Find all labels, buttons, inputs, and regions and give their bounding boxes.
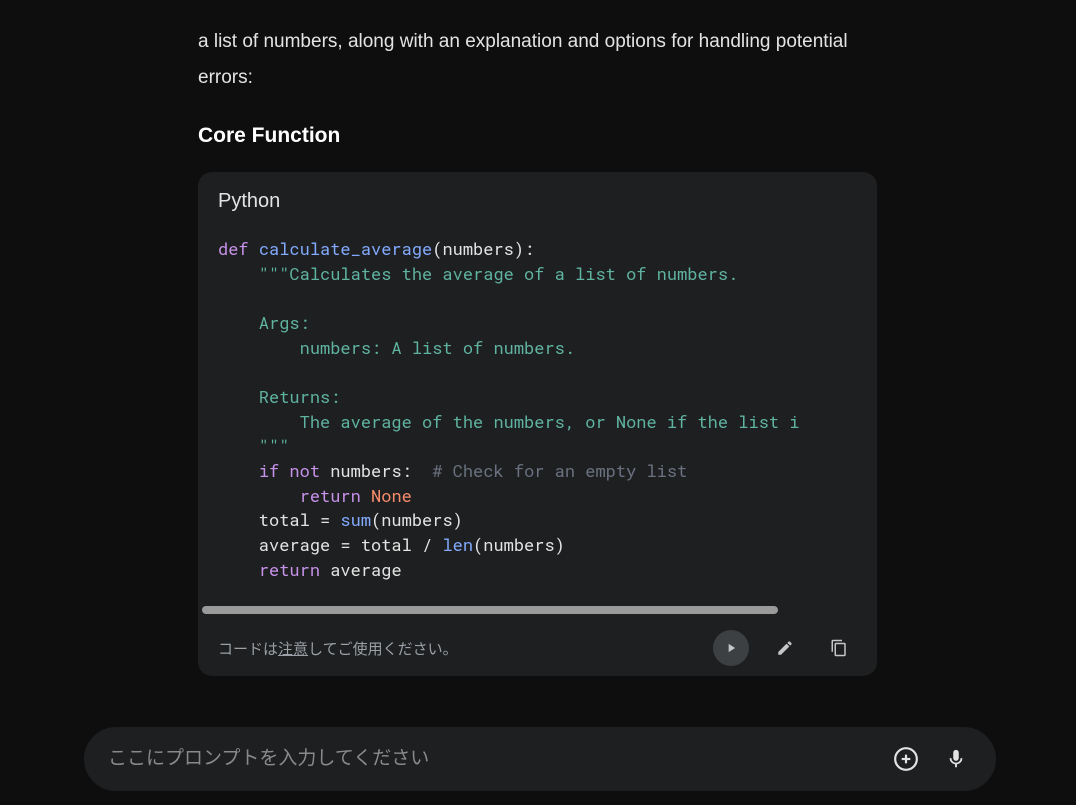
prompt-input[interactable] [108, 748, 876, 770]
run-code-button[interactable] [713, 630, 749, 666]
disclaimer-link[interactable]: 注意 [278, 641, 308, 658]
code-block: Python def calculate_average(numbers): "… [198, 172, 877, 676]
core-function-heading: Core Function [198, 124, 877, 148]
scrollbar-thumb[interactable] [202, 606, 778, 614]
copy-icon [830, 639, 848, 657]
code-language-label: Python [198, 172, 877, 227]
mic-button[interactable] [936, 739, 976, 779]
pencil-icon [776, 639, 794, 657]
play-icon [724, 641, 738, 655]
code-horizontal-scrollbar[interactable] [198, 606, 877, 614]
copy-code-button[interactable] [821, 630, 857, 666]
intro-text: a list of numbers, along with an explana… [198, 24, 877, 96]
mic-icon [945, 748, 967, 770]
code-content: def calculate_average(numbers): """Calcu… [198, 227, 877, 606]
prompt-input-bar [84, 727, 996, 791]
add-button[interactable] [886, 739, 926, 779]
plus-circle-icon [893, 746, 919, 772]
code-disclaimer: コードは注意してご使用ください。 [218, 638, 695, 659]
edit-code-button[interactable] [767, 630, 803, 666]
